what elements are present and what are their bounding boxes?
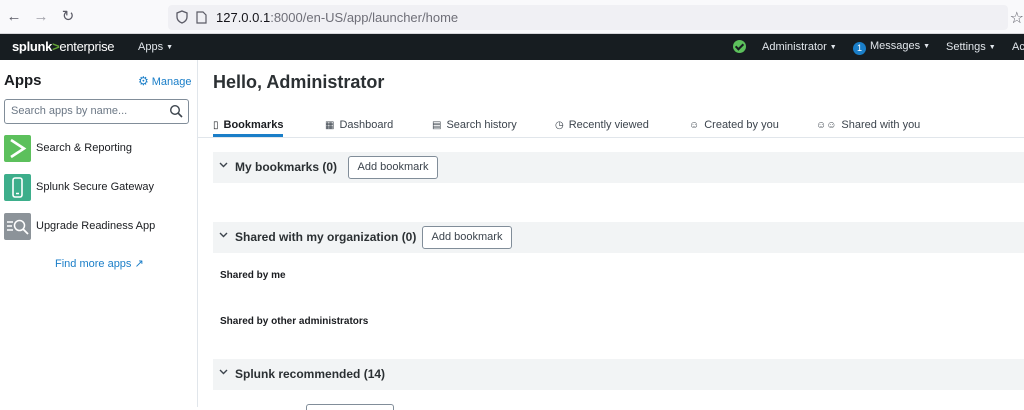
app-item-search-reporting[interactable]: Search & Reporting [4,135,194,163]
launcher-tabs: ▯ Bookmarks ▦ Dashboard ▤ Search history ◷ R… [198,110,1024,138]
address-bar[interactable]: 127.0.0.1:8000/en-US/app/launcher/home [168,5,1008,30]
bookmark-icon: ▯ [213,120,219,131]
caret-down-icon: ▼ [923,43,931,50]
manage-label: Manage [151,76,192,88]
gear-icon: ⚙ [138,74,149,88]
back-icon[interactable]: ← [6,9,22,25]
section-title: Splunk recommended (14) [235,367,386,381]
app-item-secure-gateway[interactable]: Splunk Secure Gateway [4,174,194,202]
apps-menu[interactable]: Apps ▼ [138,41,173,53]
tab-dashboard[interactable]: ▦ Dashboard [325,119,393,131]
app-label: Search & Reporting [36,142,132,154]
health-status-icon[interactable] [733,40,746,53]
tab-bookmarks[interactable]: ▯ Bookmarks [213,119,283,131]
messages-menu-label: Messages [870,40,921,52]
tab-shared-with-you[interactable]: ☺☺ Shared with you [816,119,920,131]
shared-by-admins-label: Shared by other administrators [220,316,369,327]
page-icon [196,11,207,24]
messages-count-badge: 1 [853,42,866,55]
active-tab-indicator [213,134,283,137]
logo-enterprise-text: enterprise [59,39,115,54]
bookmark-star-icon[interactable]: ☆ [1010,8,1024,28]
app-search-input[interactable] [11,105,161,117]
caret-down-icon: ▼ [166,44,174,51]
external-link-icon: ↗ [134,258,144,270]
splunk-top-nav: splunk>enterprise Apps ▼ Administrator ▼ 1… [0,34,1024,60]
tab-label: Created by you [704,119,779,131]
caret-down-icon: ▼ [829,44,837,51]
url-host: 127.0.0.1 [216,10,271,25]
app-item-upgrade-readiness[interactable]: Upgrade Readiness App [4,213,194,241]
tab-label: Search history [446,119,517,131]
app-search-box[interactable] [4,99,189,124]
user-icon: ☺ [689,120,700,131]
search-reporting-icon [4,135,31,162]
user-menu-label: Administrator [762,41,827,53]
logo-splunk-text: splunk [12,39,53,54]
find-more-label: Find more apps [55,258,132,270]
chevron-down-icon[interactable] [219,160,228,169]
search-history-icon: ▤ [432,120,442,131]
chevron-down-icon[interactable] [219,230,228,239]
add-bookmark-button[interactable]: Add bookmark [348,156,438,179]
apps-sidebar: Apps ⚙Manage Search & Reporting Splunk S… [0,60,198,407]
search-icon[interactable] [169,104,183,118]
tab-label: Bookmarks [223,119,284,131]
clock-icon: ◷ [555,120,564,131]
users-icon: ☺☺ [816,120,837,131]
settings-menu-label: Settings [946,41,986,53]
reload-icon[interactable]: ↻ [60,9,76,25]
partial-button[interactable] [306,404,394,410]
section-recommended[interactable]: Splunk recommended (14) [213,359,1024,390]
section-my-bookmarks[interactable]: My bookmarks (0) [213,152,1024,183]
user-menu[interactable]: Administrator ▼ [762,41,837,53]
tab-label: Dashboard [339,119,394,131]
sidebar-title: Apps [4,72,42,89]
settings-menu[interactable]: Settings ▼ [946,41,996,53]
upgrade-readiness-icon [4,213,31,240]
tab-label: Shared with you [841,119,921,131]
add-org-bookmark-button[interactable]: Add bookmark [422,226,512,249]
caret-down-icon: ▼ [988,44,996,51]
tab-label: Recently viewed [568,119,649,131]
section-shared-org[interactable]: Shared with my organization (0) [213,222,1024,253]
shield-icon[interactable] [176,10,188,24]
secure-gateway-icon [4,174,31,201]
chevron-down-icon[interactable] [219,367,228,376]
url-text: 127.0.0.1:8000/en-US/app/launcher/home [216,10,458,25]
dashboard-icon: ▦ [325,120,335,131]
url-path: :8000/en-US/app/launcher/home [270,10,459,25]
apps-menu-label: Apps [138,41,164,53]
tab-recently-viewed[interactable]: ◷ Recently viewed [555,119,649,131]
forward-icon[interactable]: → [33,9,49,25]
app-label: Splunk Secure Gateway [36,181,155,193]
activity-menu[interactable]: Ac [1012,41,1024,53]
page-title: Hello, Administrator [213,72,385,92]
section-title: My bookmarks (0) [235,160,338,174]
browser-toolbar: ← → ↻ 127.0.0.1:8000/en-US/app/launcher/… [0,0,1024,34]
section-title: Shared with my organization (0) [235,230,417,244]
messages-menu[interactable]: 1 Messages ▼ [853,40,930,55]
app-label: Upgrade Readiness App [36,220,156,232]
shared-by-me-label: Shared by me [220,270,286,281]
splunk-logo[interactable]: splunk>enterprise [12,39,115,54]
find-more-apps-link[interactable]: Find more apps ↗ [55,257,144,270]
manage-apps-link[interactable]: ⚙ Manage [138,74,192,88]
tab-search-history[interactable]: ▤ Search history [432,119,517,131]
tab-created-by-you[interactable]: ☺ Created by you [689,119,779,131]
